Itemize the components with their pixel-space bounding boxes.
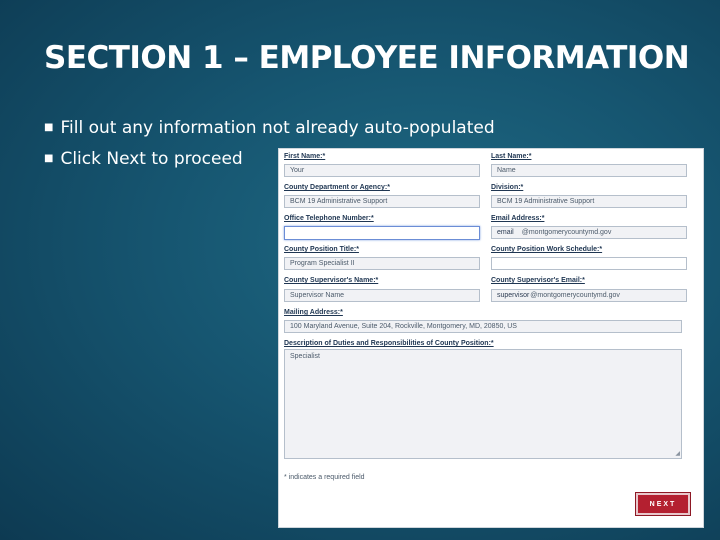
employee-information-form: First Name:* Your Last Name:* Name Count… (278, 148, 704, 528)
first-name-label: First Name:* (284, 153, 326, 160)
supervisor-email-label: County Supervisor's Email:* (491, 277, 585, 284)
duties-label: Description of Duties and Responsibiliti… (284, 340, 494, 347)
next-button[interactable]: NEXT (635, 492, 691, 516)
duties-textarea[interactable]: Specialist ◢ (284, 349, 682, 459)
supervisor-name-label: County Supervisor's Name:* (284, 277, 379, 284)
county-department-field[interactable]: BCM 19 Administrative Support (284, 195, 480, 208)
resize-handle-icon[interactable]: ◢ (675, 450, 680, 457)
instruction-text: Fill out any information not already aut… (60, 117, 495, 138)
division-label: Division:* (491, 184, 524, 191)
email-prefix: email (497, 229, 514, 236)
required-field-note: * indicates a required field (284, 474, 365, 481)
mailing-address-field[interactable]: 100 Maryland Avenue, Suite 204, Rockvill… (284, 320, 682, 333)
work-schedule-label: County Position Work Schedule:* (491, 246, 603, 253)
supervisor-email-prefix: supervisor (497, 292, 530, 299)
office-phone-field[interactable] (284, 226, 480, 240)
county-department-label: County Department or Agency:* (284, 184, 390, 191)
duties-text: Specialist (290, 353, 320, 360)
email-label: Email Address:* (491, 215, 545, 222)
position-title-field[interactable]: Program Specialist II (284, 257, 480, 270)
work-schedule-field[interactable] (491, 257, 687, 270)
bullet-square-icon: ■ (44, 122, 54, 133)
last-name-label: Last Name:* (491, 153, 532, 160)
slide-title: SECTION 1 – EMPLOYEE INFORMATION (44, 40, 690, 76)
instruction-item: ■ Fill out any information not already a… (44, 112, 495, 143)
position-title-label: County Position Title:* (284, 246, 359, 253)
instruction-text: Click Next to proceed (60, 148, 243, 169)
supervisor-email-field[interactable]: supervisor@montgomerycountymd.gov (491, 289, 687, 302)
email-domain: @montgomerycountymd.gov (521, 229, 612, 236)
supervisor-email-domain: @montgomerycountymd.gov (530, 292, 620, 299)
email-field[interactable]: email @montgomerycountymd.gov (491, 226, 687, 239)
supervisor-name-field[interactable]: Supervisor Name (284, 289, 480, 302)
first-name-field[interactable]: Your (284, 164, 480, 177)
bullet-square-icon: ■ (44, 153, 54, 164)
mailing-address-label: Mailing Address:* (284, 309, 343, 316)
office-phone-label: Office Telephone Number:* (284, 215, 374, 222)
division-field[interactable]: BCM 19 Administrative Support (491, 195, 687, 208)
last-name-field[interactable]: Name (491, 164, 687, 177)
